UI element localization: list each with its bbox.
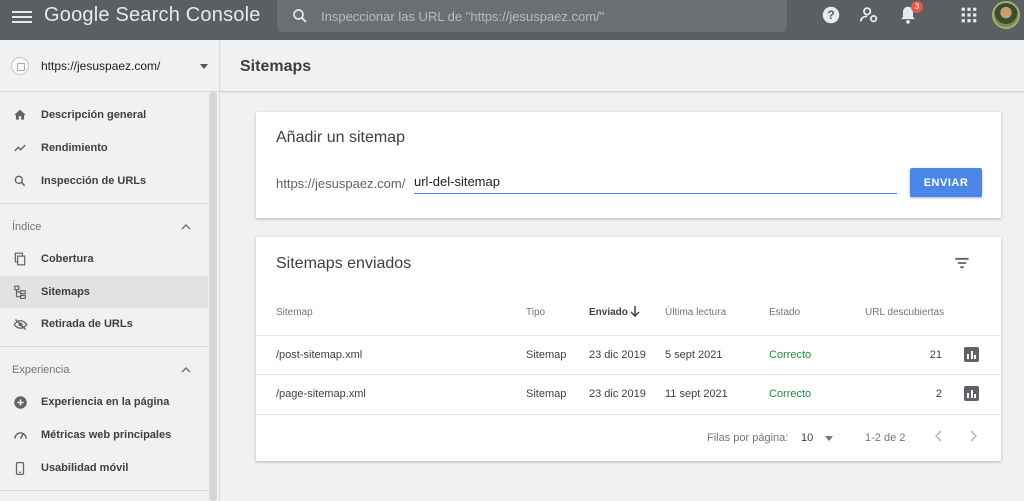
trending-up-icon	[14, 144, 26, 152]
chevron-down-icon[interactable]	[825, 436, 833, 441]
top-app-bar: Google Search Console ? 3	[0, 0, 1024, 40]
sidebar-item-url-inspection[interactable]: Inspección de URLs	[0, 165, 208, 197]
sidebar-item-label: Métricas web principales	[41, 429, 172, 441]
url-inspection-search	[277, 0, 787, 32]
column-header-status[interactable]: Estado	[769, 307, 800, 318]
status-text: Correcto	[769, 388, 812, 400]
add-sitemap-title: Añadir un sitemap	[276, 129, 405, 146]
add-sitemap-card: Añadir un sitemap https://jesuspaez.com/…	[256, 112, 1001, 218]
filter-icon[interactable]	[952, 253, 972, 273]
submit-button[interactable]: ENVIAR	[910, 168, 982, 197]
column-header-submitted[interactable]: Enviado	[589, 307, 628, 318]
property-selector[interactable]: https://jesuspaez.com/	[0, 40, 220, 92]
submitted-sitemaps-title: Sitemaps enviados	[276, 255, 412, 272]
eye-off-icon	[12, 318, 28, 330]
app-title[interactable]: Google Search Console	[44, 4, 261, 27]
table-row[interactable]: /post-sitemap.xml Sitemap 23 dic 2019 5 …	[256, 335, 1001, 374]
sitemap-path: /page-sitemap.xml	[276, 388, 366, 400]
avatar[interactable]	[992, 1, 1020, 29]
pagination-range: 1-2 de 2	[865, 432, 906, 444]
phone-icon	[15, 461, 25, 475]
divider	[0, 203, 208, 204]
section-title-index: Índice	[12, 221, 42, 233]
sidebar-item-removals[interactable]: Retirada de URLs	[0, 308, 208, 340]
arrow-down-icon[interactable]	[629, 305, 641, 318]
sidebar-item-coverage[interactable]: Cobertura	[0, 243, 208, 275]
submitted-date: 23 dic 2019	[589, 349, 646, 361]
sidebar-item-label: Retirada de URLs	[41, 318, 133, 330]
last-read-date: 5 sept 2021	[665, 349, 723, 361]
table-pagination: Filas por página: 10 1-2 de 2	[256, 414, 1001, 461]
column-header-last-read[interactable]: Última lectura	[665, 307, 726, 318]
menu-icon[interactable]	[12, 8, 32, 28]
sidebar-item-sitemaps[interactable]: Sitemaps	[0, 276, 208, 308]
submitted-date: 23 dic 2019	[589, 388, 646, 400]
copy-pages-icon	[14, 252, 26, 266]
bar-chart-icon[interactable]	[964, 386, 979, 401]
page-title-bar: Sitemaps	[221, 40, 1024, 92]
property-icon	[11, 56, 29, 75]
chevron-up-icon[interactable]	[181, 222, 191, 232]
sidebar-item-label: Experiencia en la página	[41, 396, 170, 408]
chevron-down-icon	[200, 64, 208, 69]
svg-text:?: ?	[827, 8, 834, 22]
discovered-urls-count: 21	[929, 349, 942, 361]
sidebar-item-core-web-vitals[interactable]: Métricas web principales	[0, 419, 208, 451]
sidebar-item-page-experience[interactable]: Experiencia en la página	[0, 386, 208, 418]
search-icon[interactable]	[291, 7, 309, 25]
sitemap-type: Sitemap	[526, 388, 567, 400]
section-title-experience: Experiencia	[12, 364, 70, 376]
search-icon	[14, 175, 26, 187]
sitemap-url-input[interactable]	[414, 170, 897, 194]
speedometer-icon	[13, 431, 27, 439]
help-icon[interactable]: ?	[820, 4, 842, 26]
sidebar-item-label: Usabilidad móvil	[41, 462, 129, 474]
sidebar-scrollbar[interactable]	[209, 92, 217, 501]
sidebar-item-label: Descripción general	[41, 109, 147, 121]
sitemap-icon	[14, 285, 26, 299]
divider	[0, 490, 208, 491]
sidebar-item-mobile-usability[interactable]: Usabilidad móvil	[0, 452, 208, 484]
property-url: https://jesuspaez.com/	[41, 58, 161, 73]
chevron-up-icon[interactable]	[181, 365, 191, 375]
search-input[interactable]	[321, 8, 787, 24]
discovered-urls-count: 2	[935, 388, 942, 400]
column-header-type[interactable]: Tipo	[526, 307, 545, 318]
sidebar-item-performance[interactable]: Rendimiento	[0, 132, 208, 164]
column-header-discovered-urls[interactable]: URL descubiertas	[865, 307, 944, 318]
chevron-right-icon[interactable]	[966, 429, 980, 443]
sitemap-path: /post-sitemap.xml	[276, 349, 363, 361]
plus-circle-icon	[13, 395, 27, 409]
notification-badge: 3	[911, 1, 923, 13]
status-text: Correcto	[769, 349, 812, 361]
table-row[interactable]: /page-sitemap.xml Sitemap 23 dic 2019 11…	[256, 374, 1001, 413]
column-header-sitemap[interactable]: Sitemap	[276, 307, 313, 318]
apps-grid-icon[interactable]	[958, 4, 980, 26]
last-read-date: 11 sept 2021	[665, 388, 728, 400]
manage-users-icon[interactable]	[858, 4, 880, 26]
home-icon	[14, 109, 26, 120]
rows-per-page-select[interactable]: 10	[801, 432, 813, 444]
bar-chart-icon[interactable]	[964, 347, 979, 362]
chevron-left-icon[interactable]	[932, 429, 946, 443]
sidebar-item-overview[interactable]: Descripción general	[0, 99, 208, 131]
sidebar: https://jesuspaez.com/ Descripción gener…	[0, 40, 220, 501]
sidebar-item-label: Rendimiento	[41, 142, 108, 154]
sidebar-item-label: Sitemaps	[41, 286, 90, 298]
sitemap-url-prefix: https://jesuspaez.com/	[276, 176, 406, 191]
page-title: Sitemaps	[240, 58, 312, 75]
rows-per-page-label: Filas por página:	[707, 432, 789, 444]
sitemap-type: Sitemap	[526, 349, 567, 361]
submitted-sitemaps-card: Sitemaps enviados Sitemap Tipo Enviado Ú…	[256, 237, 1001, 461]
divider	[0, 346, 208, 347]
sidebar-item-label: Cobertura	[41, 253, 94, 265]
sidebar-item-label: Inspección de URLs	[41, 175, 147, 187]
